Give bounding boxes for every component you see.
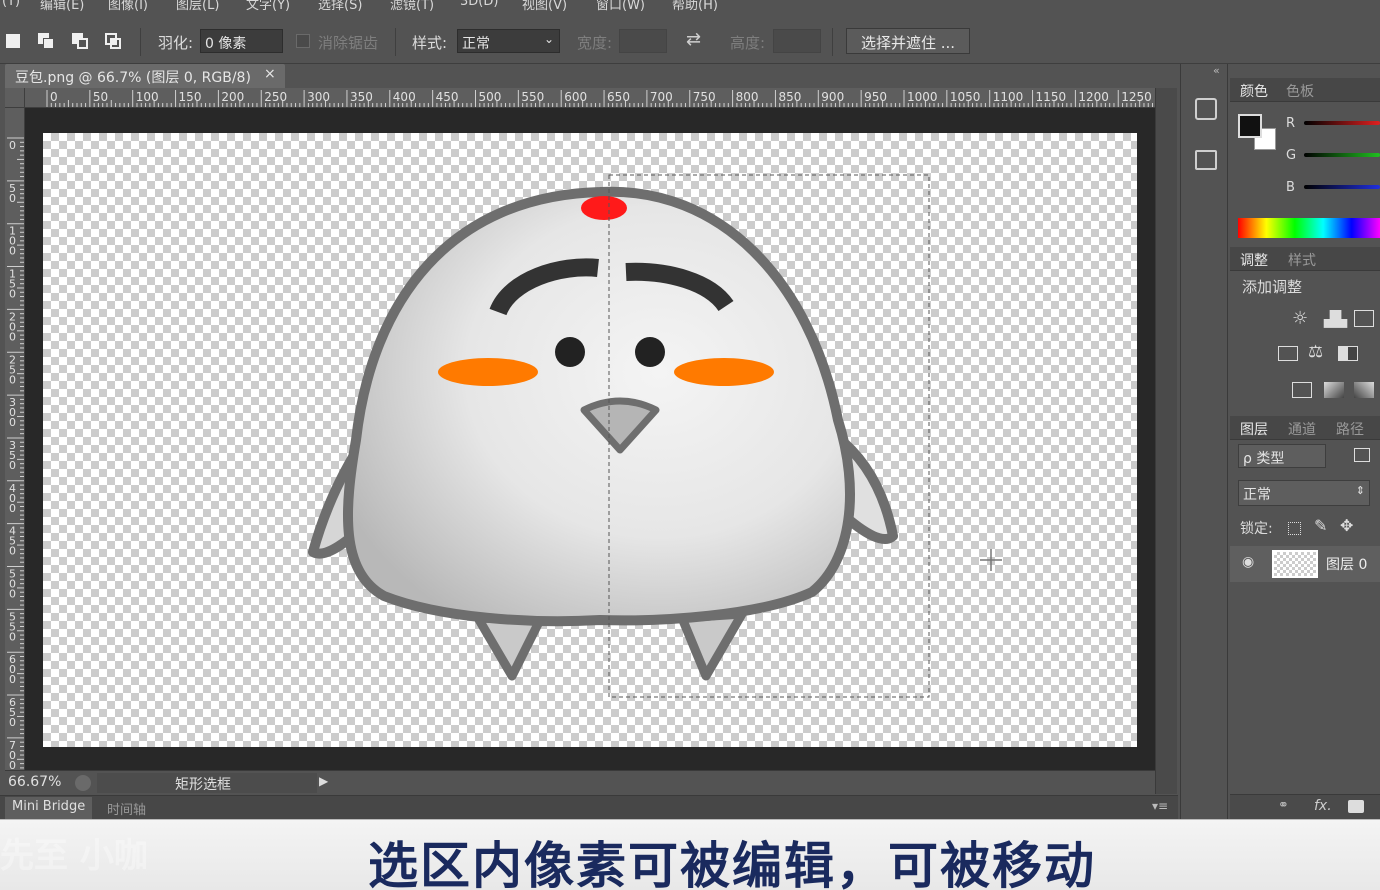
status-bar: 66.67% 矩形选框 ▶ [5, 770, 1155, 794]
tab-channels[interactable]: 通道 [1288, 419, 1316, 439]
mask-icon[interactable] [1348, 800, 1364, 813]
tab-paths[interactable]: 路径 [1336, 419, 1364, 439]
left-leg [473, 613, 545, 681]
photo-filter-icon[interactable] [1292, 382, 1312, 398]
lock-label: 锁定: [1240, 521, 1273, 537]
curves-icon[interactable] [1354, 310, 1374, 327]
zoom-level[interactable]: 66.67% [8, 774, 61, 790]
layer-row[interactable]: ◉ 图层 0 [1230, 546, 1380, 582]
g-label: G [1286, 148, 1297, 163]
image-filter-icon[interactable] [1354, 448, 1370, 462]
history-icon[interactable] [1195, 98, 1217, 120]
selective-color-icon[interactable] [1354, 382, 1374, 398]
blend-mode-value: 正常 [1243, 487, 1271, 503]
right-eye [635, 337, 665, 367]
right-leg [677, 609, 747, 681]
brightness-icon[interactable]: ☼ [1292, 308, 1308, 329]
red-dot [581, 196, 627, 220]
crosshair-cursor-icon [980, 549, 1002, 571]
panel-icon-strip: « [1180, 64, 1228, 819]
right-panel-dock: 颜色 色板 R G B 调整 样式 添加调整 ☼ ▟▙ ⚖ 图层 通道 路径 ρ… [1230, 64, 1380, 819]
layer-thumbnail[interactable] [1272, 550, 1318, 578]
bw-icon[interactable] [1338, 346, 1358, 361]
tab-color[interactable]: 颜色 [1240, 81, 1268, 101]
video-subtitle: 选区内像素可被编辑，可被移动 [368, 837, 1096, 890]
collapse-arrows-icon[interactable]: « [1213, 64, 1220, 77]
info-icon[interactable] [75, 775, 91, 791]
current-tool-name: 矩形选框 [175, 777, 231, 793]
panel-menu-icon[interactable]: ▾≡ [1152, 799, 1168, 813]
balance-icon[interactable]: ⚖ [1308, 342, 1323, 362]
blend-mode-select[interactable]: 正常 ⇕ [1238, 480, 1370, 506]
adjust-panel-tabs: 调整 样式 [1230, 247, 1380, 271]
play-arrow-icon[interactable]: ▶ [319, 774, 328, 788]
right-blush [674, 358, 774, 386]
color-panel-tabs: 颜色 色板 [1230, 78, 1380, 102]
left-blush [438, 358, 538, 386]
r-slider[interactable] [1304, 121, 1380, 125]
fx-button[interactable]: fx. [1314, 798, 1332, 814]
layers-bottom-bar: ⚭ fx. [1230, 794, 1380, 819]
vertical-scrollbar[interactable] [1155, 88, 1177, 794]
tab-swatches[interactable]: 色板 [1286, 81, 1314, 101]
layer-filter-value: ρ 类型 [1243, 451, 1285, 467]
tab-mini-bridge[interactable]: Mini Bridge [5, 797, 93, 819]
add-adjustment-label: 添加调整 [1242, 278, 1303, 296]
tab-styles[interactable]: 样式 [1288, 250, 1316, 270]
watermark-logo: 先至 小咖 [0, 836, 148, 876]
layer-name[interactable]: 图层 0 [1326, 554, 1367, 574]
lock-move-icon[interactable]: ✥ [1340, 516, 1353, 535]
tab-timeline[interactable]: 时间轴 [100, 797, 153, 819]
exposure-icon[interactable] [1278, 346, 1298, 361]
levels-icon[interactable]: ▟▙ [1324, 310, 1347, 328]
chevron-down-icon: ⇕ [1355, 484, 1365, 497]
lock-brush-icon[interactable]: ✎ [1314, 516, 1327, 535]
left-eye [555, 337, 585, 367]
b-slider[interactable] [1304, 185, 1380, 189]
color-spectrum-bar[interactable] [1238, 218, 1380, 238]
tab-adjustments[interactable]: 调整 [1240, 250, 1268, 270]
foreground-color-swatch[interactable] [1238, 114, 1262, 138]
g-slider[interactable] [1304, 153, 1380, 157]
properties-icon[interactable] [1195, 150, 1217, 170]
bottom-panel-bar: Mini Bridge 时间轴 ▾≡ [0, 795, 1178, 819]
b-label: B [1286, 180, 1295, 195]
tab-layers[interactable]: 图层 [1240, 419, 1268, 439]
gradient-map-icon[interactable] [1324, 382, 1344, 398]
eye-icon[interactable]: ◉ [1242, 554, 1254, 570]
link-layers-icon[interactable]: ⚭ [1278, 798, 1289, 813]
r-label: R [1286, 116, 1296, 131]
subtitle-band: 先至 小咖 选区内像素可被编辑，可被移动 [0, 819, 1380, 890]
layer-filter-select[interactable]: ρ 类型 [1238, 444, 1326, 468]
lock-pixels-icon[interactable] [1288, 522, 1301, 535]
layers-panel-tabs: 图层 通道 路径 [1230, 416, 1380, 440]
